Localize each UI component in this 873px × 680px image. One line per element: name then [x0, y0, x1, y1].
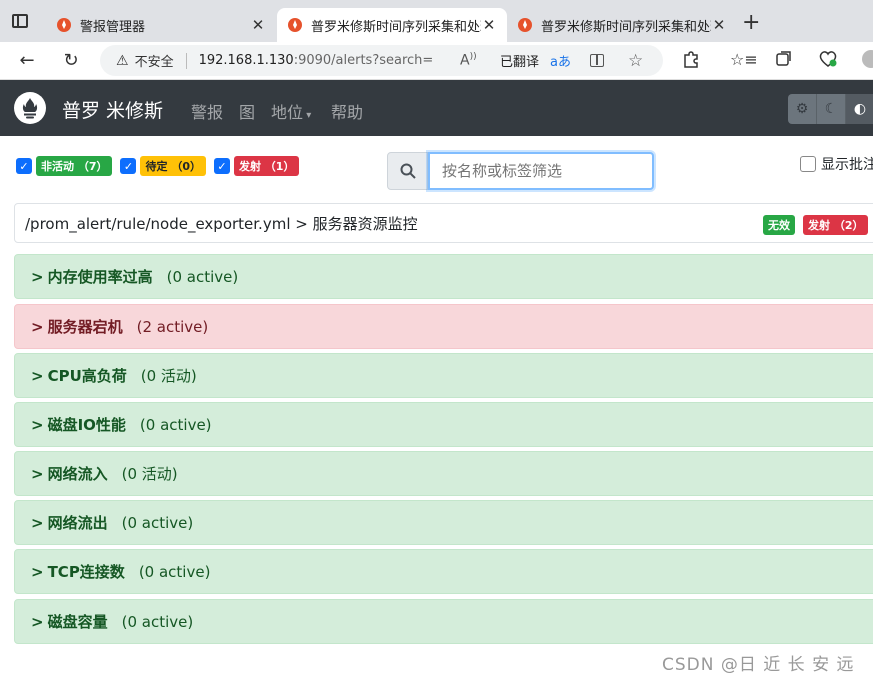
firing-filter-checkbox[interactable]: ✓ [213, 158, 230, 174]
invalid-badge: 无效 [763, 215, 795, 235]
insecure-label[interactable]: 不安全 [135, 51, 174, 70]
chevron-right-icon: > [31, 513, 44, 532]
collections-icon[interactable] [775, 50, 793, 72]
tab-title: 普罗米修斯时间序列采集和处理 [541, 19, 711, 35]
favorite-star-icon[interactable]: ☆ [628, 51, 643, 71]
pending-filter-checkbox[interactable]: ✓ [120, 158, 137, 174]
pending-badge: 待定 （0） [140, 156, 206, 176]
chevron-right-icon: > [31, 366, 44, 385]
browser-tab-strip: 警报管理器 ✕ 普罗米修斯时间序列采集和处理 ✕ 普罗米修斯时间序列采集和处理 … [0, 0, 873, 42]
alert-rule-name: TCP连接数 [47, 563, 125, 581]
alert-rule-name: 服务器宕机 [47, 318, 123, 336]
dark-theme-moon-icon[interactable]: ☾ [817, 94, 846, 124]
browser-tab-prometheus-active[interactable]: 普罗米修斯时间序列采集和处理 ✕ [277, 8, 507, 42]
brand-title[interactable]: 普罗 米修斯 [62, 96, 163, 123]
alert-rule-name: 磁盘IO性能 [47, 416, 126, 434]
chevron-right-icon: > [31, 612, 44, 631]
refresh-icon[interactable]: ↻ [60, 50, 82, 71]
alert-rule-row[interactable]: > 服务器宕机 (2 active) [14, 304, 873, 349]
alert-rule-name: 网络流出 [47, 514, 108, 532]
state-filters: ✓ 非活动 （7） ✓ 待定 （0） ✓ 发射 （1） [16, 156, 303, 176]
alert-rule-row[interactable]: > 网络流入 (0 活动) [14, 451, 873, 496]
alert-rule-count: (0 active) [139, 415, 212, 434]
omnibox-divider [185, 52, 187, 69]
alert-rule-count: (0 active) [121, 513, 194, 532]
back-arrow-icon[interactable]: ← [16, 50, 38, 71]
extensions-puzzle-icon[interactable] [682, 50, 700, 72]
theme-toggle-group: ⚙ ☾ ◐ [788, 94, 873, 124]
alert-rule-count: (2 active) [136, 317, 209, 336]
alert-rule-count: (0 active) [138, 562, 211, 581]
alert-rule-row[interactable]: > CPU高负荷 (0 活动) [14, 353, 873, 398]
chevron-right-icon: > [31, 267, 44, 286]
nav-help-link[interactable]: 帮助 [331, 99, 363, 123]
browser-tab-prometheus[interactable]: 普罗米修斯时间序列采集和处理 ✕ [507, 8, 737, 42]
alert-rule-count: (0 active) [121, 612, 194, 631]
tab-actions-icon[interactable] [12, 14, 28, 28]
show-annotations-checkbox[interactable] [800, 156, 816, 172]
translate-icon[interactable]: aあ [550, 51, 571, 70]
show-annotations-label: 显示批注 [821, 157, 873, 173]
split-screen-icon[interactable] [590, 54, 604, 67]
rule-file-header: /prom_alert/rule/node_exporter.yml > 服务器… [14, 203, 873, 243]
address-bar-row: ← ↻ ⚠ 不安全 192.168.1.130 :9090/alerts?sea… [0, 42, 873, 80]
url-host[interactable]: 192.168.1.130 [199, 53, 294, 68]
nav-status-dropdown[interactable]: 地位 ▾ [271, 99, 311, 123]
alert-rule-row[interactable]: > TCP连接数 (0 active) [14, 549, 873, 594]
profile-avatar-icon[interactable] [862, 50, 873, 72]
alert-rule-row[interactable]: > 磁盘容量 (0 active) [14, 599, 873, 644]
browser-essentials-heart-icon[interactable] [818, 50, 838, 72]
url-omnibox[interactable]: ⚠ 不安全 192.168.1.130 :9090/alerts?search=… [100, 45, 663, 76]
inactive-badge: 非活动 （7） [36, 156, 113, 176]
favorites-list-icon[interactable]: ☆≡ [730, 50, 758, 69]
alert-rule-row[interactable]: > 内存使用率过高 (0 active) [14, 254, 873, 299]
chevron-right-icon: > [31, 562, 44, 581]
search-icon [387, 152, 428, 190]
alert-rule-name: 磁盘容量 [47, 613, 108, 631]
alert-rule-row[interactable]: > 网络流出 (0 active) [14, 500, 873, 545]
close-tab-icon[interactable]: ✕ [481, 16, 497, 34]
dropdown-caret-icon: ▾ [303, 110, 312, 121]
prometheus-favicon-icon [287, 17, 303, 33]
csdn-watermark: CSDN @日 近 长 安 远 [662, 655, 855, 675]
nav-graph-link[interactable]: 图 [239, 99, 255, 123]
read-aloud-icon[interactable]: A)) [460, 52, 477, 69]
url-path[interactable]: :9090/alerts?search= [294, 53, 434, 68]
search-input[interactable] [428, 152, 654, 190]
alert-rule-name: 内存使用率过高 [47, 268, 153, 286]
prometheus-navbar: 普罗 米修斯 警报 图 地位 ▾ 帮助 [0, 80, 873, 136]
alert-rule-count: (0 活动) [140, 367, 197, 385]
alert-rule-count: (0 active) [166, 267, 239, 286]
firing-badge: 发射 （1） [233, 156, 300, 176]
theme-settings-gear-icon[interactable]: ⚙ [788, 94, 817, 124]
prometheus-logo-icon[interactable] [14, 92, 46, 124]
close-tab-icon[interactable]: ✕ [250, 16, 266, 34]
prometheus-favicon-icon [517, 17, 533, 33]
alert-rule-count: (0 活动) [121, 465, 178, 483]
translated-label[interactable]: 已翻译 [500, 51, 539, 70]
tab-title: 普罗米修斯时间序列采集和处理 [311, 19, 481, 35]
chevron-right-icon: > [31, 317, 44, 336]
tab-title: 警报管理器 [80, 19, 146, 35]
browser-tab-alertmanager[interactable]: 警报管理器 ✕ [46, 8, 276, 42]
rule-file-path: /prom_alert/rule/node_exporter.yml > 服务器… [25, 214, 418, 233]
close-tab-icon[interactable]: ✕ [711, 16, 727, 34]
search-group [387, 152, 654, 190]
firing-count-badge: 发射 （2） [803, 215, 869, 235]
nav-alerts-link[interactable]: 警报 [191, 99, 223, 123]
prometheus-favicon-icon [56, 17, 72, 33]
chevron-right-icon: > [31, 415, 44, 434]
light-theme-half-circle-icon[interactable]: ◐ [846, 94, 873, 124]
nav-status-label: 地位 [271, 103, 304, 122]
chevron-right-icon: > [31, 464, 44, 483]
warning-icon[interactable]: ⚠ [116, 53, 129, 69]
rule-file-badges: 无效 发射 （2） [763, 215, 872, 235]
alert-rule-name: CPU高负荷 [47, 367, 127, 385]
inactive-filter-checkbox[interactable]: ✓ [16, 158, 32, 174]
alert-rule-name: 网络流入 [47, 465, 108, 483]
show-annotations-toggle[interactable]: 显示批注 [800, 154, 873, 174]
alert-rule-row[interactable]: > 磁盘IO性能 (0 active) [14, 402, 873, 447]
new-tab-icon[interactable]: + [742, 12, 760, 34]
